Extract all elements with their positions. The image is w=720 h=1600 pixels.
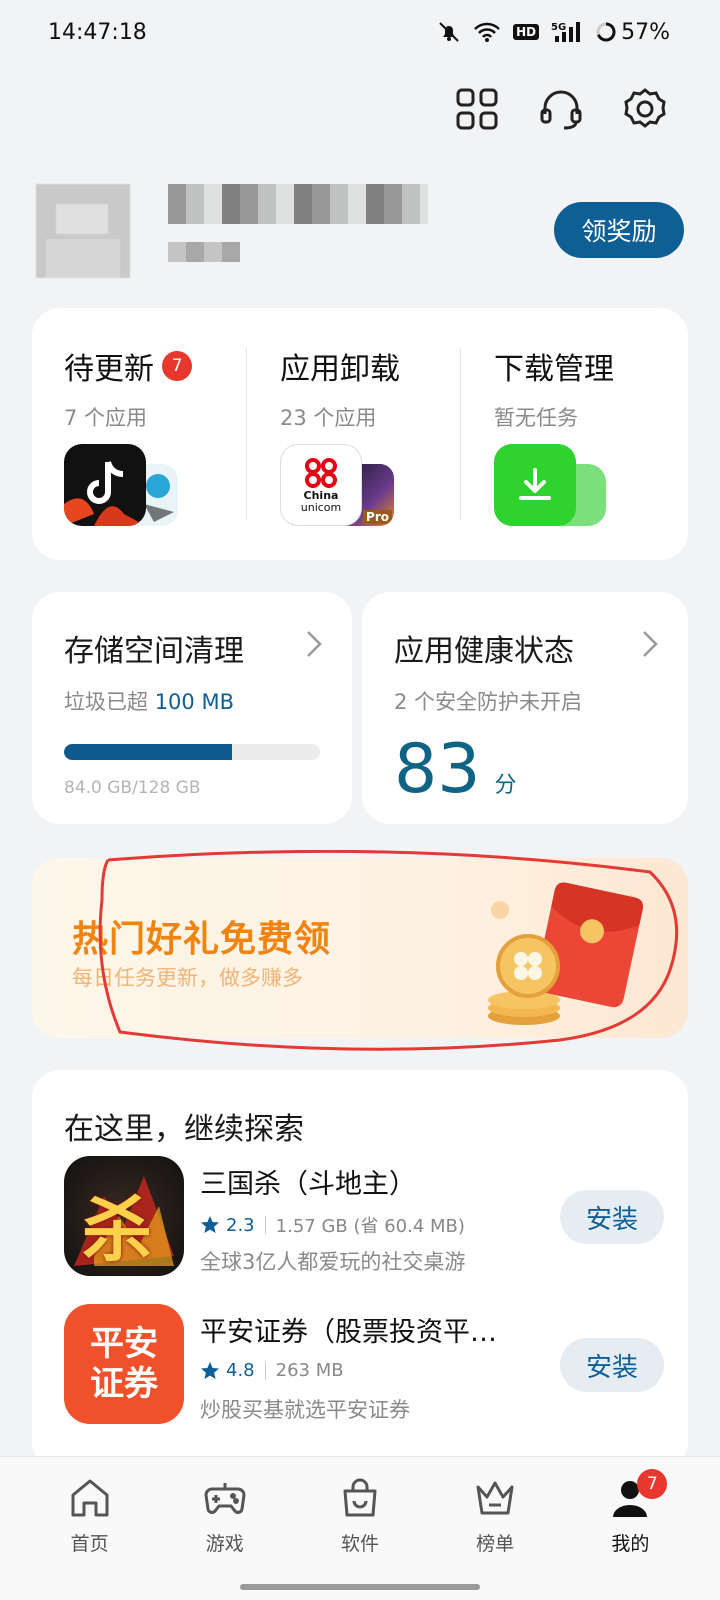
app-rating: 4.8 (226, 1360, 255, 1381)
star-icon (201, 1361, 219, 1379)
battery-ring-icon (596, 22, 616, 42)
home-indicator[interactable] (240, 1584, 480, 1590)
download-manager-title: 下载管理 (494, 352, 614, 387)
storage-cleanup-card[interactable]: 存储空间清理 垃圾已超 100 MB 84.0 GB/128 GB (32, 592, 352, 824)
health-score: 83 分 (394, 730, 517, 809)
app-health-card[interactable]: 应用健康状态 2 个安全防护未开启 83 分 (362, 592, 688, 824)
star-icon (201, 1216, 219, 1233)
wifi-icon (474, 22, 500, 42)
avatar[interactable] (36, 184, 130, 278)
tab-home[interactable]: 首页 (35, 1475, 145, 1600)
pending-updates-badge: 7 (162, 351, 192, 381)
tab-mine-badge: 7 (637, 1469, 668, 1499)
list-item[interactable]: 杀 三国杀（斗地主） 2.3 1.57 GB (省 60.4 MB) 全球3亿人… (64, 1156, 664, 1280)
download-manager-sub: 暂无任务 (494, 406, 578, 430)
pending-updates[interactable]: 待更新 7 7 个应用 (32, 308, 248, 560)
promo-banner[interactable]: 热门好礼免费领 每日任务更新，做多赚多 (32, 858, 688, 1038)
storage-junk-size: 100 MB (154, 690, 234, 714)
red-envelope-coins-icon (488, 882, 644, 1025)
quick-actions-card: 待更新 7 7 个应用 应用卸载 23 个应用 China unicom Pro (32, 308, 688, 560)
install-button[interactable]: 安装 (560, 1338, 664, 1392)
shopping-bag-icon (343, 1478, 377, 1517)
username-blurred (168, 184, 428, 224)
banner-title: 热门好礼免费领 (72, 919, 332, 960)
app-name: 平安证券（股票投资平… (200, 1317, 497, 1348)
bottom-tab-bar: 首页 游戏 软件 榜单 我的 7 (0, 1456, 720, 1600)
tab-rankings[interactable]: 榜单 (440, 1475, 550, 1600)
tab-mine[interactable]: 我的 7 (575, 1469, 685, 1600)
tab-label: 我的 (611, 1533, 650, 1555)
tab-label: 榜单 (476, 1533, 515, 1555)
app-size: 263 MB (275, 1360, 344, 1381)
svg-text:5G: 5G (551, 22, 566, 33)
status-bar: 14:47:18 HD 5G 57% (0, 0, 720, 64)
claim-reward-button[interactable]: 领奖励 (554, 202, 684, 258)
banner-subtitle: 每日任务更新，做多赚多 (72, 966, 303, 990)
hd-icon: HD (513, 24, 540, 40)
storage-sub-prefix: 垃圾已超 (64, 690, 155, 714)
china-unicom-app-icon: China unicom (280, 444, 362, 526)
grid-apps-icon[interactable] (454, 86, 500, 132)
pingan-icon-text-1: 平安 (90, 1324, 158, 1364)
gamepad-icon (204, 1483, 246, 1514)
status-time: 14:47:18 (48, 19, 147, 45)
sanguosha-icon-text: 杀 (82, 1189, 152, 1271)
profile-section: 领奖励 (36, 176, 684, 296)
headset-support-icon[interactable] (538, 86, 584, 132)
app-description: 全球3亿人都爱玩的社交桌游 (200, 1250, 466, 1274)
pingan-icon-text-2: 证券 (90, 1364, 158, 1404)
tab-games[interactable]: 游戏 (170, 1475, 280, 1600)
pro-badge-text: Pro (363, 510, 392, 524)
chevron-right-icon (643, 631, 658, 657)
list-item[interactable]: 平安 证券 平安证券（股票投资平… 4.8 263 MB 炒股买基就选平安证券 … (64, 1304, 664, 1428)
chevron-right-icon (307, 631, 322, 657)
tab-label: 首页 (70, 1533, 109, 1555)
home-icon (71, 1479, 109, 1517)
tab-software[interactable]: 软件 (305, 1475, 415, 1600)
health-sub: 2 个安全防护未开启 (394, 690, 583, 714)
app-uninstall-title: 应用卸载 (280, 352, 400, 387)
pingan-app-icon: 平安 证券 (64, 1304, 184, 1424)
app-uninstall[interactable]: 应用卸载 23 个应用 China unicom Pro (248, 308, 464, 560)
download-manager[interactable]: 下载管理 暂无任务 (462, 308, 678, 560)
app-rating: 2.3 (226, 1214, 255, 1236)
explore-title: 在这里，继续探索 (64, 1112, 304, 1147)
signal-5g-icon: 5G (551, 22, 581, 42)
tiktok-app-icon (64, 444, 146, 526)
download-icon (494, 444, 576, 526)
storage-progress-bar (64, 744, 320, 760)
storage-progress-fill (64, 744, 232, 760)
app-name: 三国杀（斗地主） (200, 1169, 416, 1200)
crown-icon (476, 1481, 514, 1515)
app-uninstall-sub: 23 个应用 (280, 406, 377, 430)
pending-updates-sub: 7 个应用 (64, 406, 148, 430)
battery-percent: 57% (621, 19, 670, 45)
user-subtitle-blurred (168, 242, 240, 262)
unicom-unicom-text: unicom (300, 501, 342, 514)
explore-card: 在这里，继续探索 杀 三国杀（斗地主） 2.3 1.57 GB (省 60.4 … (32, 1070, 688, 1470)
app-description: 炒股买基就选平安证券 (200, 1398, 410, 1422)
top-actions (454, 86, 668, 132)
tab-label: 软件 (340, 1533, 379, 1555)
storage-usage-label: 84.0 GB/128 GB (64, 778, 201, 798)
app-size: 1.57 GB (省 60.4 MB) (275, 1216, 465, 1237)
mute-bell-icon (439, 22, 459, 42)
tab-label: 游戏 (205, 1533, 244, 1555)
settings-gear-icon[interactable] (622, 86, 668, 132)
install-button[interactable]: 安装 (560, 1190, 664, 1244)
health-score-unit: 分 (494, 773, 517, 798)
sanguosha-app-icon: 杀 (64, 1156, 184, 1276)
health-score-value: 83 (394, 730, 481, 809)
pending-updates-title: 待更新 (64, 352, 154, 387)
